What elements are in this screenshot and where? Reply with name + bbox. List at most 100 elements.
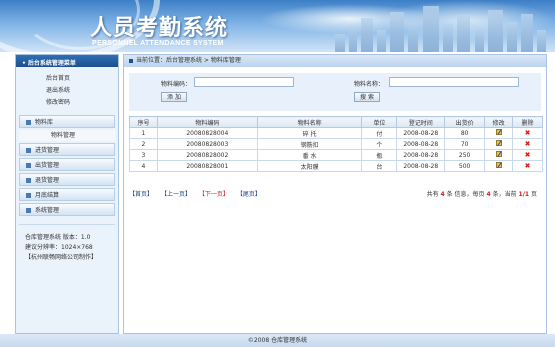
city-skyline-image bbox=[315, 4, 555, 52]
cell-code: 20080828001 bbox=[156, 160, 258, 172]
next-page-link[interactable]: 【下一页】 bbox=[199, 191, 229, 198]
menu-square-icon bbox=[26, 148, 31, 153]
delete-icon[interactable]: ✖ bbox=[525, 129, 531, 136]
column-header: 删除 bbox=[512, 116, 543, 128]
menu-item-returns[interactable]: 退货管理 bbox=[19, 173, 115, 186]
menu-square-icon bbox=[26, 120, 31, 125]
menu-subitem-material-management[interactable]: 物料管理 bbox=[19, 130, 115, 141]
sidebar-link-change-password[interactable]: 修改密码 bbox=[16, 97, 118, 109]
page-info-text: 条，当前 bbox=[492, 191, 517, 198]
cell-index: 1 bbox=[129, 127, 158, 139]
sidebar: • 后台系统管理菜单 后台首页 退出系统 修改密码 物料库 物料管理 进货管理 … bbox=[15, 54, 119, 334]
edit-cell bbox=[484, 127, 514, 139]
search-button[interactable]: 搜 索 bbox=[354, 92, 380, 102]
menu-item-label: 物料库 bbox=[35, 119, 54, 126]
cell-index: 2 bbox=[129, 138, 158, 150]
menu-item-system[interactable]: 系统管理 bbox=[19, 203, 115, 216]
delete-icon[interactable]: ✖ bbox=[525, 162, 531, 169]
column-header: 登记时间 bbox=[396, 116, 446, 128]
column-header: 单位 bbox=[361, 116, 398, 128]
material-name-input[interactable] bbox=[389, 77, 519, 87]
edit-cell bbox=[484, 160, 514, 172]
column-header: 出货价 bbox=[444, 116, 486, 128]
table-row: 3 20080828002 番 水 瓶 2008-08-28 250 ✖ bbox=[129, 149, 543, 161]
resolution-text: 建议分辨率：1024×768 bbox=[25, 244, 93, 251]
column-header: 修改 bbox=[484, 116, 514, 128]
cell-price: 500 bbox=[444, 160, 486, 172]
cell-price: 250 bbox=[444, 149, 486, 161]
search-panel: 物料编码： 物料名称： 添 加 搜 索 bbox=[129, 73, 541, 111]
edit-icon[interactable] bbox=[495, 151, 502, 157]
app-subtitle: PERSONNEL ATTENDANCE SYSTEM bbox=[92, 40, 224, 47]
add-button[interactable]: 添 加 bbox=[161, 92, 187, 102]
breadcrumb-icon bbox=[129, 58, 133, 63]
sidebar-title: • 后台系统管理菜单 bbox=[16, 55, 118, 67]
menu-item-label: 进货管理 bbox=[35, 147, 60, 154]
page-info: 共有 4 条 信息，每页 4 条，当前 1/1 页 bbox=[427, 189, 537, 198]
main-content: 当前位置：后台管理系统 > 物料库管理 物料编码： 物料名称： 添 加 搜 索 … bbox=[123, 54, 547, 334]
sidebar-link-home[interactable]: 后台首页 bbox=[16, 73, 118, 85]
first-page-link[interactable]: 【首页】 bbox=[129, 191, 153, 198]
edit-icon[interactable] bbox=[495, 129, 502, 135]
menu-item-material-library[interactable]: 物料库 bbox=[19, 115, 115, 128]
menu-item-label: 退货管理 bbox=[35, 177, 60, 184]
column-header: 物料名称 bbox=[256, 116, 363, 128]
cell-name: 番 水 bbox=[256, 149, 363, 161]
table-header-row: 序号 物料编码 物料名称 单位 登记时间 出货价 修改 删除 bbox=[129, 116, 543, 128]
version-text: 仓库管理系统 版本：1.0 bbox=[25, 234, 91, 241]
cell-unit: 付 bbox=[361, 127, 398, 139]
name-label: 物料名称： bbox=[354, 81, 385, 88]
column-header: 序号 bbox=[129, 116, 158, 128]
cell-name: 钢筋扣 bbox=[256, 138, 363, 150]
menu-square-icon bbox=[26, 178, 31, 183]
page-info-text: 共有 bbox=[426, 191, 439, 198]
last-page-link[interactable]: 【尾页】 bbox=[237, 191, 261, 198]
cell-date: 2008-08-28 bbox=[396, 138, 446, 150]
menu-item-month-end[interactable]: 月底结算 bbox=[19, 188, 115, 201]
menu-square-icon bbox=[26, 193, 31, 198]
sidebar-links: 后台首页 退出系统 修改密码 bbox=[16, 67, 118, 113]
system-info: 仓库管理系统 版本：1.0 建议分辨率：1024×768 【杭州联畅网络公司制作… bbox=[19, 224, 115, 263]
current-page: 1/1 bbox=[518, 191, 530, 198]
cell-name: 碎 托 bbox=[256, 127, 363, 139]
cell-code: 20080828004 bbox=[156, 127, 258, 139]
sidebar-link-logout[interactable]: 退出系统 bbox=[16, 85, 118, 97]
delete-cell: ✖ bbox=[512, 127, 543, 139]
cell-unit: 瓶 bbox=[361, 149, 398, 161]
edit-cell bbox=[484, 149, 514, 161]
table-row: 1 20080828004 碎 托 付 2008-08-28 80 ✖ bbox=[129, 127, 543, 139]
page-info-text: 页 bbox=[530, 191, 537, 198]
cell-date: 2008-08-28 bbox=[396, 127, 446, 139]
prev-page-link[interactable]: 【上一页】 bbox=[161, 191, 191, 198]
edit-cell bbox=[484, 138, 514, 150]
per-page-count: 4 bbox=[486, 191, 491, 198]
menu-square-icon bbox=[26, 208, 31, 213]
table-row: 2 20080828003 钢筋扣 个 2008-08-28 70 ✖ bbox=[129, 138, 543, 150]
pagination: 【首页】 【上一页】 【下一页】 【尾页】 共有 4 条 信息，每页 4 条，当… bbox=[129, 189, 543, 198]
edit-icon[interactable] bbox=[495, 140, 502, 146]
menu-item-label: 出货管理 bbox=[35, 162, 60, 169]
cell-index: 4 bbox=[129, 160, 158, 172]
delete-cell: ✖ bbox=[512, 160, 543, 172]
menu-item-label: 月底结算 bbox=[35, 192, 60, 199]
cell-date: 2008-08-28 bbox=[396, 149, 446, 161]
edit-icon[interactable] bbox=[495, 162, 502, 168]
cell-price: 70 bbox=[444, 138, 486, 150]
cell-code: 20080828002 bbox=[156, 149, 258, 161]
menu-item-purchase[interactable]: 进货管理 bbox=[19, 143, 115, 156]
delete-icon[interactable]: ✖ bbox=[525, 140, 531, 147]
total-count: 4 bbox=[440, 191, 445, 198]
menu-item-shipping[interactable]: 出货管理 bbox=[19, 158, 115, 171]
credit-text: 【杭州联畅网络公司制作】 bbox=[25, 254, 98, 261]
breadcrumb: 当前位置：后台管理系统 > 物料库管理 bbox=[124, 55, 546, 67]
material-code-input[interactable] bbox=[194, 77, 294, 87]
cell-index: 3 bbox=[129, 149, 158, 161]
cell-unit: 台 bbox=[361, 160, 398, 172]
cell-code: 20080828003 bbox=[156, 138, 258, 150]
header-banner: 人员考勤系统 PERSONNEL ATTENDANCE SYSTEM bbox=[0, 0, 555, 52]
delete-icon[interactable]: ✖ bbox=[525, 151, 531, 158]
footer: ©2008 仓库管理系统 bbox=[0, 334, 555, 347]
page-info-text: 条 信息，每页 bbox=[446, 191, 485, 198]
cell-date: 2008-08-28 bbox=[396, 160, 446, 172]
code-label: 物料编码： bbox=[161, 81, 192, 88]
